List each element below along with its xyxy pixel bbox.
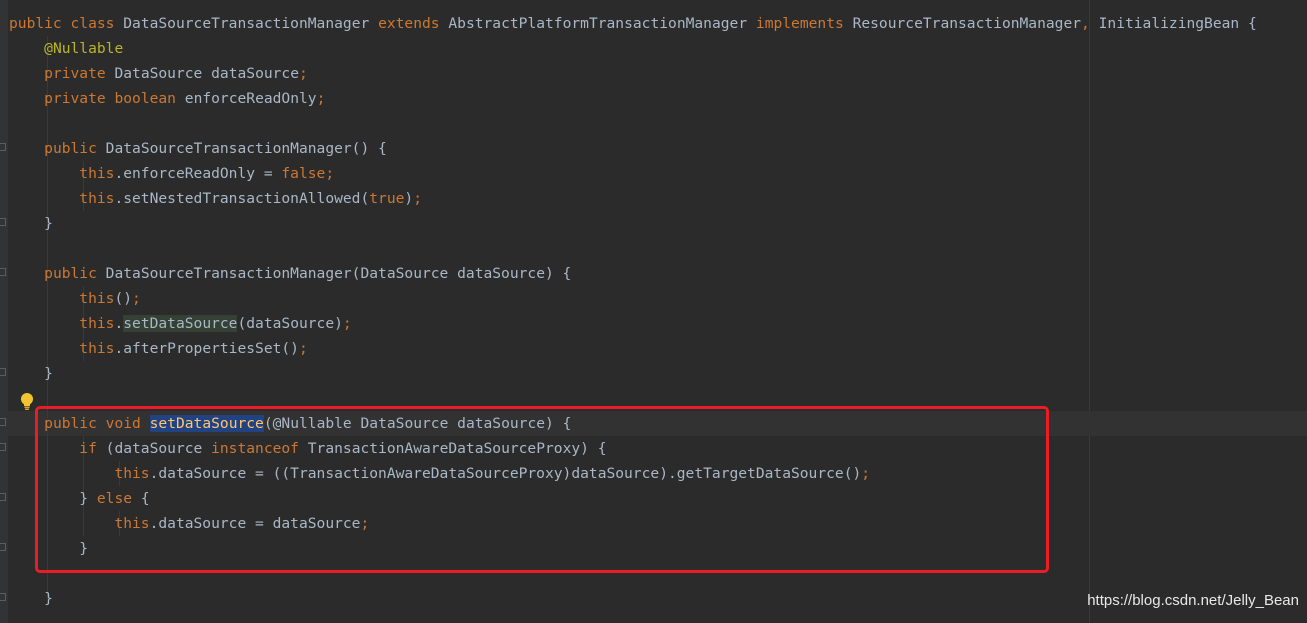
semicolon: ; — [413, 190, 423, 207]
keyword-this: this — [79, 290, 115, 307]
semicolon: ; — [132, 290, 141, 307]
keyword-implements: implements — [755, 15, 844, 32]
keyword-public: public — [44, 140, 97, 157]
code-line-3[interactable]: private DataSource dataSource; — [9, 61, 308, 86]
semicolon: ; — [316, 90, 326, 107]
code-line-7[interactable]: this.enforceReadOnly = false; — [9, 161, 334, 186]
code-text: .afterPropertiesSet() — [114, 340, 299, 357]
code-line-6[interactable]: public DataSourceTransactionManager() { — [9, 136, 387, 161]
fold-marker[interactable] — [0, 418, 6, 426]
fold-marker[interactable] — [0, 368, 6, 376]
constructor-signature: DataSourceTransactionManager(DataSource … — [105, 265, 572, 282]
editor-gutter[interactable] — [0, 0, 8, 623]
lightbulb-icon[interactable] — [19, 392, 35, 412]
close-brace: } — [44, 590, 53, 607]
code-text: (dataSource) — [237, 315, 343, 332]
keyword-false: false — [281, 165, 326, 182]
interface-name: ResourceTransactionManager — [852, 15, 1082, 32]
right-margin-guide — [1089, 0, 1090, 623]
fold-marker[interactable] — [0, 143, 6, 151]
keyword-true: true — [369, 190, 405, 207]
code-line-12[interactable]: this(); — [9, 286, 141, 311]
interface-name: InitializingBean — [1098, 15, 1240, 32]
code-line-11[interactable]: public DataSourceTransactionManager(Data… — [9, 261, 571, 286]
keyword-extends: extends — [378, 15, 440, 32]
comma: , — [1081, 15, 1090, 32]
keyword-this: this — [79, 340, 115, 357]
code-text: () — [114, 290, 133, 307]
keyword-this: this — [79, 165, 115, 182]
field-type: DataSource — [114, 65, 203, 82]
field-name: dataSource — [211, 65, 300, 82]
keyword-boolean: boolean — [114, 90, 176, 107]
keyword-public: public — [9, 15, 62, 32]
code-line-14[interactable]: this.afterPropertiesSet(); — [9, 336, 308, 361]
code-text: . — [114, 315, 124, 332]
fold-marker[interactable] — [0, 593, 6, 601]
code-editor[interactable]: public class DataSourceTransactionManage… — [0, 0, 1307, 623]
class-name: DataSourceTransactionManager — [123, 15, 370, 32]
code-line-9[interactable]: } — [9, 211, 53, 236]
fold-marker[interactable] — [0, 218, 6, 226]
code-text: .enforceReadOnly = — [114, 165, 282, 182]
fold-marker[interactable] — [0, 543, 6, 551]
code-line-2[interactable]: @Nullable — [9, 36, 123, 61]
code-text: .setNestedTransactionAllowed( — [114, 190, 370, 207]
red-highlight-box — [35, 406, 1049, 573]
code-line-15[interactable]: } — [9, 361, 53, 386]
code-line-24[interactable]: } — [9, 586, 53, 611]
close-brace: } — [44, 365, 53, 382]
semicolon: ; — [298, 340, 308, 357]
fold-marker[interactable] — [0, 443, 6, 451]
constructor-signature: DataSourceTransactionManager() { — [105, 140, 387, 157]
keyword-this: this — [79, 190, 115, 207]
field-name: enforceReadOnly — [184, 90, 317, 107]
annotation: @Nullable — [44, 40, 124, 57]
code-line-13[interactable]: this.setDataSource(dataSource); — [9, 311, 352, 336]
code-line-8[interactable]: this.setNestedTransactionAllowed(true); — [9, 186, 422, 211]
semicolon: ; — [342, 315, 352, 332]
close-brace: } — [44, 215, 53, 232]
keyword-this: this — [79, 315, 115, 332]
parent-class: AbstractPlatformTransactionManager — [448, 15, 748, 32]
open-brace: { — [1248, 15, 1257, 32]
semicolon: ; — [299, 65, 308, 82]
watermark-url: https://blog.csdn.net/Jelly_Bean — [1087, 592, 1299, 609]
fold-marker[interactable] — [0, 493, 6, 501]
fold-marker[interactable] — [0, 268, 6, 276]
keyword-private: private — [44, 65, 106, 82]
keyword-class: class — [70, 15, 115, 32]
keyword-public: public — [44, 265, 97, 282]
code-line-1[interactable]: public class DataSourceTransactionManage… — [9, 11, 1257, 36]
code-text: ) — [404, 190, 414, 207]
method-usage-highlight[interactable]: setDataSource — [123, 315, 238, 332]
code-line-4[interactable]: private boolean enforceReadOnly; — [9, 86, 325, 111]
semicolon: ; — [325, 165, 335, 182]
keyword-private: private — [44, 90, 106, 107]
